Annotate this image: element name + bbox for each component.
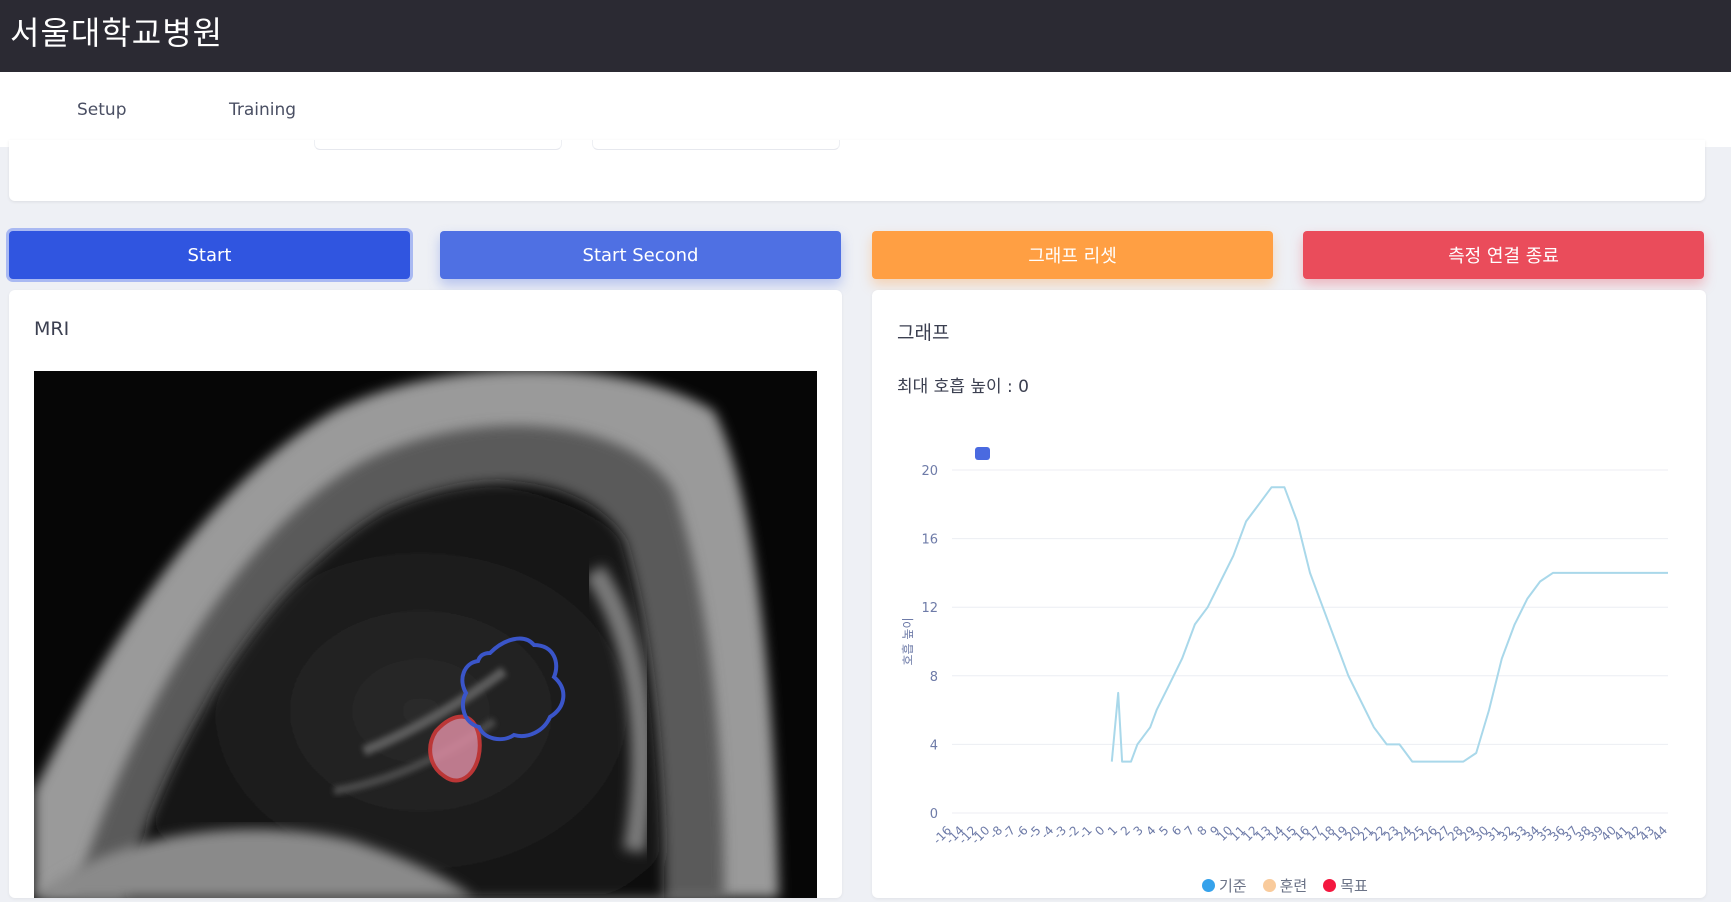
legend-label-target: 목표: [1340, 877, 1368, 895]
legend-dot-target: [1323, 879, 1337, 892]
hospital-title: 서울대학교병원: [10, 14, 224, 52]
start-button[interactable]: Start: [9, 231, 410, 279]
y-tick-label: 12: [921, 601, 938, 616]
x-tick-label: 5: [1156, 823, 1171, 838]
mri-scan-graphic: [34, 369, 817, 898]
start-second-button[interactable]: Start Second: [440, 231, 841, 279]
chart-marker: [975, 447, 990, 460]
y-tick-label: 16: [921, 533, 938, 548]
x-tick-label: 4: [1143, 823, 1158, 838]
y-axis-label: 호흡 높이: [901, 618, 915, 666]
chart-legend: 기준 훈련 목표: [1202, 875, 1368, 896]
reset-graph-button[interactable]: 그래프 리셋: [872, 231, 1273, 279]
end-connection-button[interactable]: 측정 연결 종료: [1303, 231, 1704, 279]
x-tick-label: 6: [1169, 823, 1184, 838]
x-tick-label: 1: [1105, 823, 1120, 838]
mri-card: MRI: [9, 290, 842, 898]
app-header: 서울대학교병원: [0, 0, 1731, 72]
x-tick-label: -1: [1076, 823, 1094, 841]
mri-image: [34, 369, 817, 898]
setup-card: [9, 140, 1705, 201]
y-tick-label: 0: [930, 807, 938, 822]
legend-label-training: 훈련: [1279, 877, 1308, 895]
series-line-baseline: [1110, 486, 1668, 763]
tab-setup[interactable]: Setup: [77, 100, 126, 120]
y-tick-label: 4: [930, 738, 938, 753]
legend-dot-training: [1262, 879, 1276, 892]
y-tick-label: 20: [921, 464, 938, 479]
x-tick-label: 44: [1649, 823, 1670, 844]
x-tick-label: 8: [1195, 823, 1210, 838]
y-tick-label: 8: [930, 670, 938, 685]
tab-training[interactable]: Training: [229, 100, 296, 120]
legend-item-training[interactable]: 훈련: [1262, 875, 1308, 896]
x-tick-label: 7: [1182, 823, 1197, 838]
nav-bar: Setup Training: [0, 72, 1731, 147]
x-tick-label: 2: [1118, 823, 1133, 838]
graph-card: 그래프 최대 호흡 높이 : 0 0 4 8 12 16 20 -16 -14 -12 -10 -8…: [872, 290, 1706, 898]
legend-item-baseline[interactable]: 기준: [1202, 875, 1247, 896]
mri-title: MRI: [34, 318, 70, 340]
setup-field-2[interactable]: [592, 140, 840, 150]
x-tick-label: 3: [1131, 823, 1146, 838]
setup-field-1[interactable]: [314, 140, 562, 150]
x-tick-label: 0: [1092, 823, 1107, 838]
breath-chart: 048121620-16-14-12-10-8-7-6-5-4-3-2-1012…: [901, 447, 1670, 847]
legend-label-baseline: 기준: [1219, 877, 1247, 895]
legend-item-target[interactable]: 목표: [1323, 875, 1368, 896]
legend-dot-baseline: [1202, 879, 1215, 892]
